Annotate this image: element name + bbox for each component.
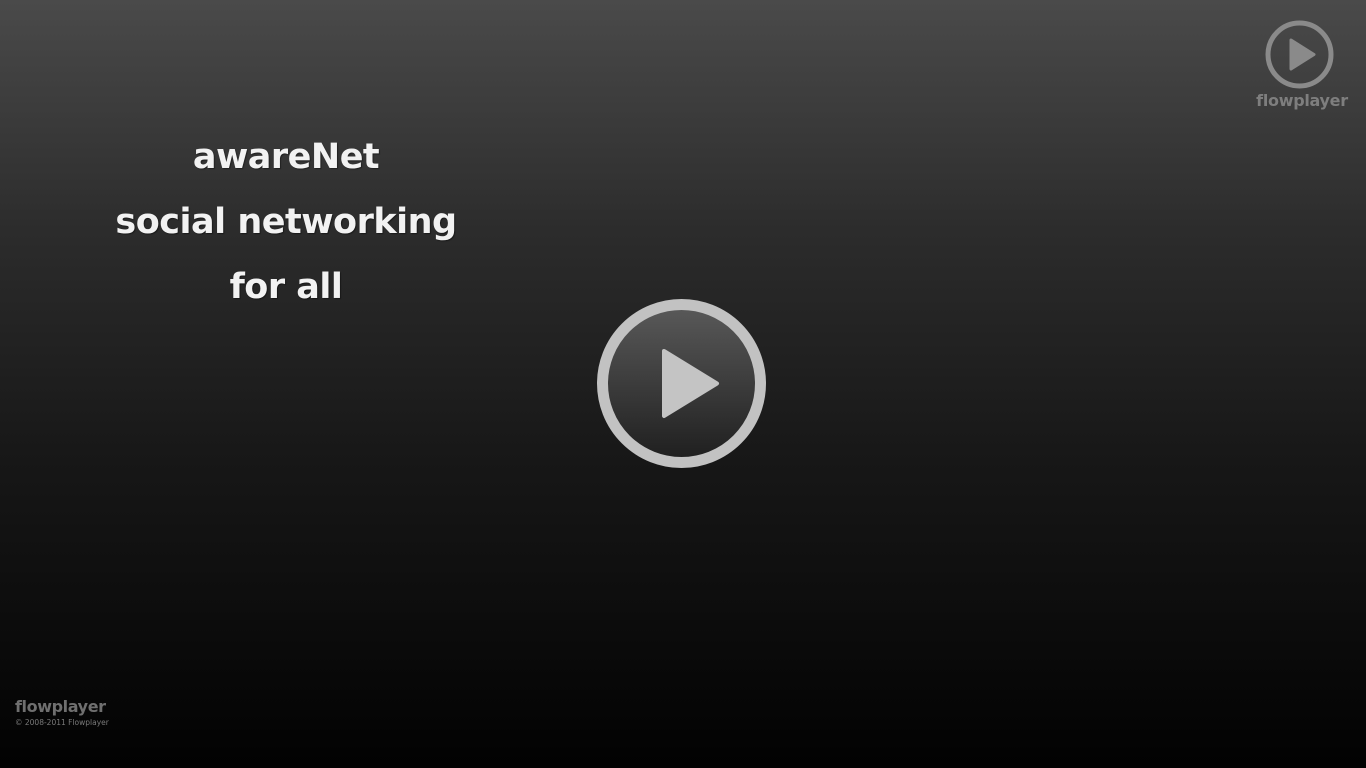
flowplayer-brand-footer[interactable]: flowplayer © 2008-2011 Flowplayer	[15, 697, 111, 733]
play-button[interactable]	[597, 299, 766, 468]
play-circle-icon	[1265, 20, 1334, 89]
brand-name: flowplayer	[15, 697, 106, 716]
video-player[interactable]: awareNet social networking for all flowp…	[0, 0, 1366, 768]
play-icon	[597, 299, 766, 468]
copyright-text: © 2008-2011 Flowplayer	[15, 718, 109, 727]
title-line-1: awareNet	[192, 137, 380, 177]
video-title-overlay: awareNet social networking for all	[86, 130, 486, 325]
title-line-2: social networking	[115, 202, 457, 242]
title-line-3: for all	[229, 267, 343, 307]
logo-text: flowplayer	[1256, 91, 1348, 110]
flowplayer-logo[interactable]: flowplayer	[1252, 20, 1352, 114]
